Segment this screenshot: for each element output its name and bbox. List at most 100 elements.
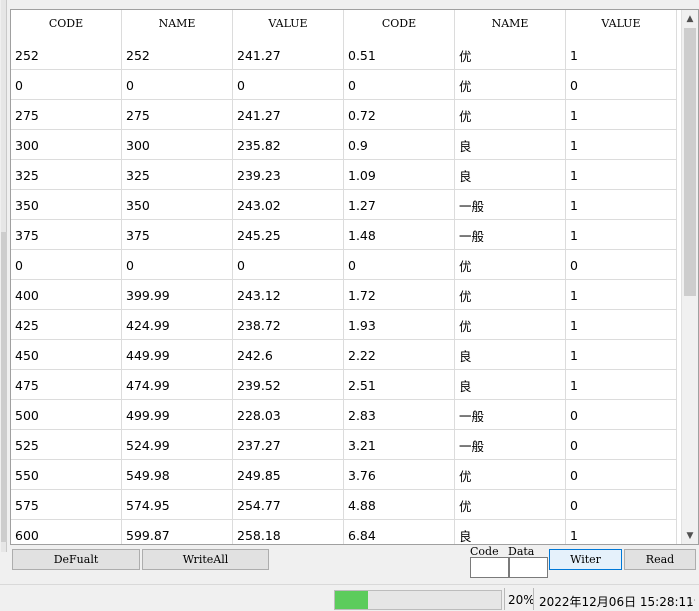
table-cell[interactable]: 4.88: [344, 490, 455, 520]
table-cell[interactable]: 241.27: [233, 40, 344, 70]
table-cell[interactable]: 优: [455, 280, 566, 310]
table-cell[interactable]: 0: [233, 70, 344, 100]
table-cell[interactable]: 237.27: [233, 430, 344, 460]
table-cell[interactable]: 425: [11, 310, 122, 340]
table-cell[interactable]: 0: [122, 250, 233, 280]
table-cell[interactable]: 1: [566, 190, 677, 220]
table-row[interactable]: 525 524.99 237.27 3.21 一般 0: [11, 430, 677, 460]
table-cell[interactable]: 254.77: [233, 490, 344, 520]
table-cell[interactable]: 242.6: [233, 340, 344, 370]
table-cell[interactable]: 3.76: [344, 460, 455, 490]
table-row[interactable]: 0000优0: [11, 70, 677, 100]
table-cell[interactable]: 300: [122, 130, 233, 160]
table-cell[interactable]: 275: [11, 100, 122, 130]
table-cell[interactable]: 2.51: [344, 370, 455, 400]
table-cell[interactable]: 一般: [455, 430, 566, 460]
table-cell[interactable]: 449.99: [122, 340, 233, 370]
table-cell[interactable]: 550: [11, 460, 122, 490]
table-cell[interactable]: 良: [455, 520, 566, 544]
table-cell[interactable]: 1: [566, 280, 677, 310]
table-cell[interactable]: 599.87: [122, 520, 233, 544]
table-cell[interactable]: 1: [566, 130, 677, 160]
table-cell[interactable]: 1: [566, 340, 677, 370]
table-row[interactable]: 425 424.99 238.72 1.93 优 1: [11, 310, 677, 340]
table-cell[interactable]: 0: [11, 250, 122, 280]
table-row[interactable]: 475 474.99 239.52 2.51 良 1: [11, 370, 677, 400]
table-cell[interactable]: 245.25: [233, 220, 344, 250]
table-cell[interactable]: 1: [566, 310, 677, 340]
scroll-down-icon[interactable]: ▼: [682, 527, 698, 544]
table-cell[interactable]: 优: [455, 310, 566, 340]
table-cell[interactable]: 600: [11, 520, 122, 544]
column-header[interactable]: VALUE: [233, 10, 344, 40]
table-cell[interactable]: 3.21: [344, 430, 455, 460]
table-cell[interactable]: 0: [344, 70, 455, 100]
table-cell[interactable]: 300: [11, 130, 122, 160]
left-scrollbar-thumb[interactable]: [1, 232, 7, 542]
table-cell[interactable]: 良: [455, 370, 566, 400]
table-cell[interactable]: 228.03: [233, 400, 344, 430]
table-row[interactable]: 600 599.87 258.18 6.84 良 1: [11, 520, 677, 544]
table-row[interactable]: 450 449.99 242.6 2.22 良 1: [11, 340, 677, 370]
table-cell[interactable]: 575: [11, 490, 122, 520]
table-cell[interactable]: 优: [455, 490, 566, 520]
table-row[interactable]: 252 252 241.27 0.51 优 1: [11, 40, 677, 70]
table-cell[interactable]: 0: [566, 250, 677, 280]
table-cell[interactable]: 0: [566, 490, 677, 520]
data-grid[interactable]: CODE NAME VALUE CODE NAME VALUE 252 252 241.27 0…: [10, 9, 699, 545]
grid-vertical-scrollbar[interactable]: ▲ ▼: [681, 10, 698, 544]
table-cell[interactable]: 549.98: [122, 460, 233, 490]
table-row[interactable]: 325 325 239.23 1.09 良 1: [11, 160, 677, 190]
writer-button[interactable]: Witer: [549, 549, 622, 570]
table-cell[interactable]: 325: [11, 160, 122, 190]
table-row[interactable]: 550 549.98 249.85 3.76 优 0: [11, 460, 677, 490]
column-header[interactable]: CODE: [344, 10, 455, 40]
table-cell[interactable]: 243.12: [233, 280, 344, 310]
table-cell[interactable]: 399.99: [122, 280, 233, 310]
table-row[interactable]: 375 375 245.25 1.48 一般 1: [11, 220, 677, 250]
table-cell[interactable]: 424.99: [122, 310, 233, 340]
table-cell[interactable]: 一般: [455, 190, 566, 220]
table-cell[interactable]: 0: [11, 70, 122, 100]
table-cell[interactable]: 0: [566, 430, 677, 460]
default-button[interactable]: DeFualt: [12, 549, 140, 570]
table-cell[interactable]: 375: [11, 220, 122, 250]
table-cell[interactable]: 良: [455, 340, 566, 370]
table-cell[interactable]: 0.51: [344, 40, 455, 70]
table-cell[interactable]: 239.52: [233, 370, 344, 400]
table-cell[interactable]: 475: [11, 370, 122, 400]
table-cell[interactable]: 350: [122, 190, 233, 220]
table-cell[interactable]: 优: [455, 100, 566, 130]
read-button[interactable]: Read: [624, 549, 696, 570]
table-cell[interactable]: 优: [455, 40, 566, 70]
table-row[interactable]: 500 499.99 228.03 2.83 一般 0: [11, 400, 677, 430]
grid-scrollbar-thumb[interactable]: [684, 28, 696, 296]
table-cell[interactable]: 1.72: [344, 280, 455, 310]
table-cell[interactable]: 1.27: [344, 190, 455, 220]
table-cell[interactable]: 1: [566, 520, 677, 544]
table-cell[interactable]: 258.18: [233, 520, 344, 544]
table-cell[interactable]: 252: [11, 40, 122, 70]
resize-grip-icon[interactable]: ⋰: [687, 599, 697, 609]
column-header[interactable]: NAME: [455, 10, 566, 40]
table-cell[interactable]: 325: [122, 160, 233, 190]
table-cell[interactable]: 优: [455, 250, 566, 280]
table-cell[interactable]: 243.02: [233, 190, 344, 220]
table-cell[interactable]: 良: [455, 130, 566, 160]
column-header[interactable]: VALUE: [566, 10, 677, 40]
table-cell[interactable]: 524.99: [122, 430, 233, 460]
table-cell[interactable]: 0: [566, 70, 677, 100]
table-cell[interactable]: 1: [566, 370, 677, 400]
table-cell[interactable]: 0: [122, 70, 233, 100]
table-cell[interactable]: 249.85: [233, 460, 344, 490]
table-cell[interactable]: 一般: [455, 400, 566, 430]
table-cell[interactable]: 450: [11, 340, 122, 370]
table-cell[interactable]: 239.23: [233, 160, 344, 190]
table-cell[interactable]: 1.93: [344, 310, 455, 340]
table-cell[interactable]: 0: [344, 250, 455, 280]
table-cell[interactable]: 375: [122, 220, 233, 250]
table-cell[interactable]: 1: [566, 160, 677, 190]
table-cell[interactable]: 241.27: [233, 100, 344, 130]
column-header[interactable]: NAME: [122, 10, 233, 40]
table-cell[interactable]: 474.99: [122, 370, 233, 400]
